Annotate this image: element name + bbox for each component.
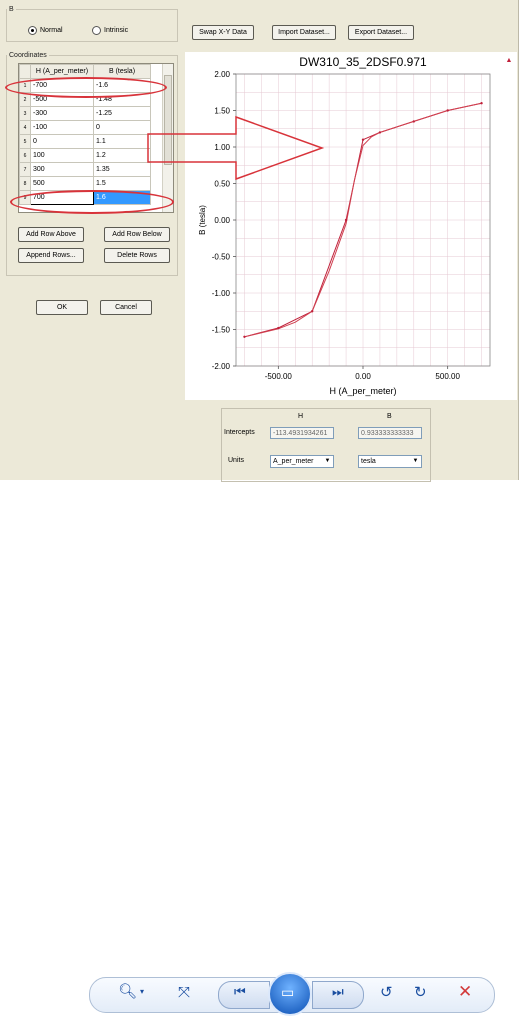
y-tick-label: -0.50: [212, 253, 231, 262]
b-units-select[interactable]: tesla ▼: [358, 455, 422, 468]
annotation-arrow: [147, 115, 325, 181]
y-axis-label: B (tesla): [198, 205, 207, 235]
intercept-h-field: -113.4931934261: [270, 427, 334, 439]
y-tick-label: -2.00: [212, 362, 231, 371]
row-number[interactable]: 7: [19, 162, 31, 177]
data-point: [311, 310, 314, 313]
slideshow-icon[interactable]: ▭: [281, 984, 294, 1001]
intercept-b-header: B: [387, 413, 392, 420]
row-number[interactable]: 3: [19, 106, 31, 121]
intercept-h-header: H: [298, 413, 304, 420]
b-mode-group-title: B: [9, 6, 14, 13]
delete-rows-button[interactable]: Delete Rows: [104, 248, 170, 263]
previous-icon[interactable]: ⏮: [234, 984, 246, 1000]
table-row[interactable]: 6 100 1.2: [19, 148, 151, 163]
cell-h[interactable]: -100: [30, 120, 94, 135]
bh-curve-dialog: B Normal Intrinsic Coordinates H (A_per_…: [0, 0, 519, 482]
units-label: Units: [228, 457, 244, 464]
highlight-oval-last-row: [10, 190, 174, 214]
intercepts-panel: H B Intercepts -113.4931934261 0.9333333…: [221, 408, 431, 482]
viewer-toolbar: 🔍︎ ▾ ⤧ ⏮ ⏭ ▭ ↺ ↻ ✕: [0, 484, 529, 1016]
rotate-left-icon[interactable]: ↺: [380, 983, 393, 1001]
cancel-button[interactable]: Cancel: [100, 300, 152, 315]
chevron-down-icon[interactable]: ▼: [411, 457, 420, 466]
row-number[interactable]: 5: [19, 134, 31, 149]
intercepts-label: Intercepts: [224, 429, 255, 436]
chevron-down-icon[interactable]: ▾: [140, 987, 144, 996]
row-number[interactable]: 8: [19, 176, 31, 191]
data-point: [480, 102, 483, 105]
cell-b[interactable]: 1.5: [93, 176, 151, 191]
zoom-icon[interactable]: 🔍︎: [118, 982, 137, 1000]
cell-h[interactable]: 500: [30, 176, 94, 191]
append-rows-button[interactable]: Append Rows...: [18, 248, 84, 263]
export-dataset-button[interactable]: Export Dataset...: [348, 25, 414, 40]
row-number[interactable]: 6: [19, 148, 31, 163]
x-axis-label: H (A_per_meter): [329, 386, 396, 396]
cell-b[interactable]: 1.2: [93, 148, 151, 163]
data-point: [412, 120, 415, 123]
cell-b[interactable]: 1.1: [93, 134, 151, 149]
chart-title: DW310_35_2DSF0.971: [299, 55, 427, 69]
data-point: [243, 335, 246, 338]
intercept-b-field: 0.933333333333: [358, 427, 422, 439]
next-icon[interactable]: ⏭: [332, 984, 344, 1000]
table-row[interactable]: 7 300 1.35: [19, 162, 151, 177]
coordinates-group-title: Coordinates: [9, 52, 47, 59]
radio-intrinsic[interactable]: Intrinsic: [92, 26, 128, 35]
radio-normal-label: Normal: [40, 27, 63, 34]
x-tick-label: 0.00: [355, 372, 371, 381]
cell-b[interactable]: 1.35: [93, 162, 151, 177]
cell-h[interactable]: 100: [30, 148, 94, 163]
ok-button[interactable]: OK: [36, 300, 88, 315]
bh-curve-chart: DW310_35_2DSF0.971 ▲2.001.501.000.500.00-…: [198, 55, 513, 396]
table-row[interactable]: 8 500 1.5: [19, 176, 151, 191]
chevron-down-icon[interactable]: ▼: [323, 457, 332, 466]
warning-icon: ▲: [506, 57, 513, 64]
data-point: [378, 131, 382, 134]
actual-size-icon[interactable]: ⤧: [178, 984, 190, 1001]
add-row-above-button[interactable]: Add Row Above: [18, 227, 84, 242]
h-units-select[interactable]: A_per_meter ▼: [270, 455, 334, 468]
radio-intrinsic-label: Intrinsic: [104, 27, 129, 34]
swap-xy-button[interactable]: Swap X-Y Data: [192, 25, 254, 40]
radio-normal-indicator[interactable]: [28, 26, 37, 35]
y-tick-label: 2.00: [214, 70, 230, 79]
b-mode-group: B: [6, 6, 178, 42]
cell-h[interactable]: -300: [30, 106, 94, 121]
cell-b[interactable]: -1.25: [93, 106, 151, 121]
table-row[interactable]: 3 -300 -1.25: [19, 106, 151, 121]
cell-h[interactable]: 300: [30, 162, 94, 177]
rotate-right-icon[interactable]: ↻: [414, 983, 427, 1001]
x-tick-label: 500.00: [435, 372, 460, 381]
delete-icon[interactable]: ✕: [458, 982, 472, 1002]
data-point: [446, 109, 449, 112]
x-tick-label: -500.00: [265, 372, 293, 381]
cell-b[interactable]: 0: [93, 120, 151, 135]
add-row-below-button[interactable]: Add Row Below: [104, 227, 170, 242]
table-row[interactable]: 4 -100 0: [19, 120, 151, 135]
b-units-value: tesla: [361, 458, 376, 465]
y-tick-label: -1.00: [212, 289, 231, 298]
bh-curve-chart-panel: DW310_35_2DSF0.971 ▲ 2.00 1.50 1.00 0.50 0.00-…: [185, 52, 517, 400]
y-tick-label: 0.00: [214, 216, 230, 225]
y-tick-label: -1.50: [212, 326, 231, 335]
data-point: [277, 326, 280, 330]
h-units-value: A_per_meter: [273, 458, 314, 465]
data-point: [344, 218, 348, 222]
table-row[interactable]: 5 0 1.1: [19, 134, 151, 149]
row-number[interactable]: 4: [19, 120, 31, 135]
highlight-oval-first-row: [5, 77, 167, 98]
corner-cell: [19, 64, 31, 79]
data-point: [361, 138, 365, 141]
radio-intrinsic-indicator[interactable]: [92, 26, 101, 35]
cell-h[interactable]: 0: [30, 134, 94, 149]
import-dataset-button[interactable]: Import Dataset...: [272, 25, 336, 40]
radio-normal[interactable]: Normal: [28, 26, 63, 35]
